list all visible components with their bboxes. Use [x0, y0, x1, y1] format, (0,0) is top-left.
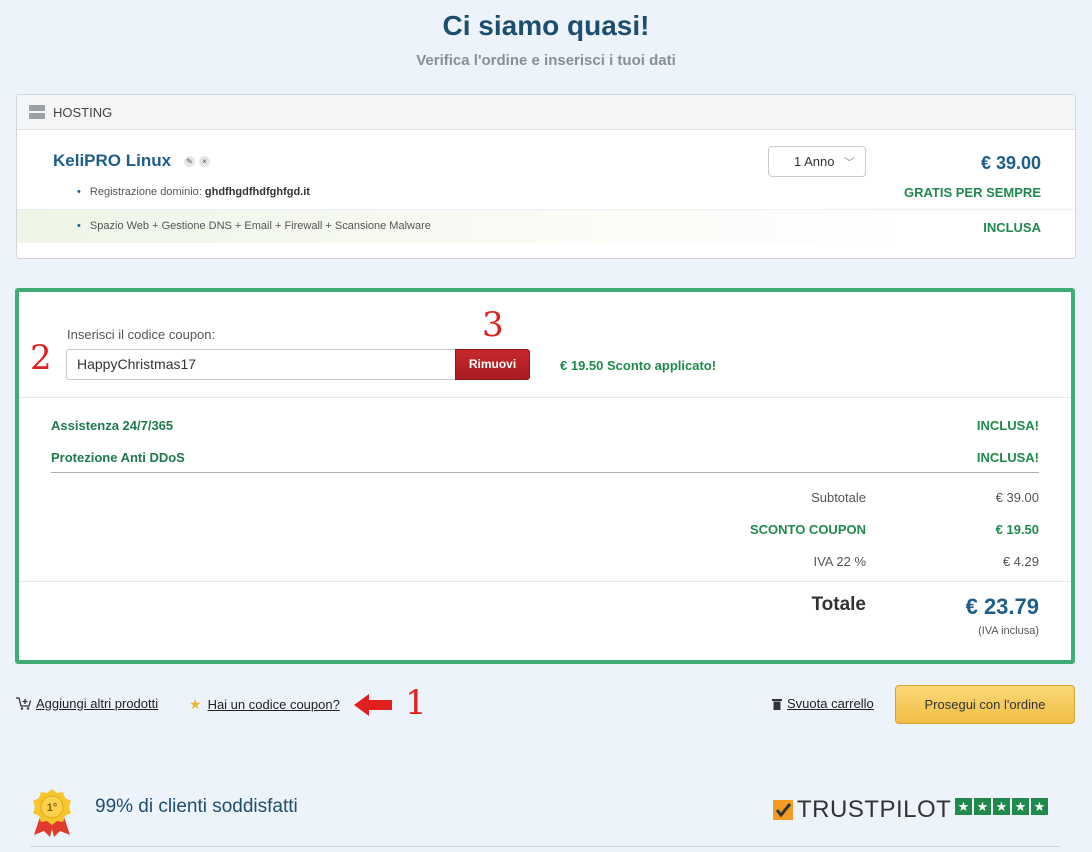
coupon-label: Inserisci il codice coupon: — [67, 327, 216, 342]
total-label: Totale — [811, 594, 866, 615]
trash-icon — [772, 698, 782, 710]
vat-value: € 4.29 — [1002, 554, 1039, 569]
vat-label: IVA 22 % — [813, 554, 866, 569]
empty-cart-label: Svuota carrello — [787, 696, 874, 711]
server-icon — [29, 105, 45, 119]
annotation-number-2: 2 — [30, 338, 52, 378]
have-coupon-label: Hai un codice coupon? — [207, 697, 340, 712]
divider — [51, 472, 1039, 473]
empty-cart-link[interactable]: Svuota carrello — [772, 696, 874, 711]
annotation-arrow-icon — [354, 694, 392, 716]
trustpilot-rating: ★ ★ ★ ★ ★ — [955, 798, 1048, 815]
domain-price: GRATIS PER SEMPRE — [903, 185, 1041, 200]
close-icon[interactable]: × — [199, 156, 210, 167]
period-value: 1 Anno — [794, 154, 835, 169]
service-value: INCLUSA! — [976, 450, 1039, 465]
domain-line: Registrazione dominio: ghdfhgdfhdfghfgd.… — [77, 186, 310, 198]
service-name: Protezione Anti DDoS — [51, 450, 185, 465]
divider — [30, 846, 1060, 847]
period-select[interactable]: 1 Anno ﹀ — [768, 146, 866, 177]
divider — [19, 397, 1071, 398]
award-badge-icon: 1° — [33, 789, 71, 837]
star-icon: ★ — [993, 798, 1010, 815]
hosting-header: HOSTING — [17, 95, 1075, 130]
add-products-link[interactable]: Aggiungi altri prodotti — [16, 696, 158, 711]
subtotal-value: € 39.00 — [995, 490, 1039, 505]
coupon-discount-label: SCONTO COUPON — [749, 522, 866, 537]
have-coupon-link[interactable]: ★ Hai un codice coupon? — [189, 696, 340, 713]
cart-plus-icon — [16, 697, 31, 710]
features-text: Spazio Web + Gestione DNS + Email + Fire… — [89, 220, 431, 232]
order-summary-panel: Inserisci il codice coupon: HappyChristm… — [15, 288, 1075, 664]
trustpilot-logo: TRUSTPILOT — [773, 796, 951, 824]
page-subtitle: Verifica l'ordine e inserisci i tuoi dat… — [416, 52, 676, 69]
hosting-panel: HOSTING KeliPRO Linux ✎ × 1 Anno ﹀ € 39.… — [16, 94, 1076, 259]
continue-order-button[interactable]: Prosegui con l'ordine — [895, 685, 1075, 724]
chevron-down-icon: ﹀ — [844, 157, 855, 169]
domain-name: ghdfhgdfhdfghfgd.it — [204, 186, 310, 198]
total-value: € 23.79 — [965, 594, 1039, 619]
coupon-input[interactable]: HappyChristmas17 — [66, 349, 456, 380]
trustpilot-check-icon — [773, 800, 793, 820]
star-icon: ★ — [1012, 798, 1029, 815]
star-icon: ★ — [955, 798, 972, 815]
service-value: INCLUSA! — [976, 418, 1039, 433]
edit-icon[interactable]: ✎ — [184, 156, 195, 167]
trustpilot-text: TRUSTPILOT — [797, 796, 952, 823]
product-price: € 39.00 — [980, 153, 1041, 173]
satisfaction-text: 99% di clienti soddisfatti — [95, 796, 298, 817]
annotation-number-1: 1 — [405, 683, 427, 723]
star-icon: ★ — [974, 798, 991, 815]
features-price: INCLUSA — [983, 220, 1041, 235]
add-products-label: Aggiungi altri prodotti — [36, 696, 159, 711]
star-icon: ★ — [189, 696, 202, 712]
divider — [19, 581, 1071, 582]
domain-label: Registrazione dominio: — [89, 186, 202, 198]
subtotal-label: Subtotale — [811, 490, 866, 505]
service-name: Assistenza 24/7/365 — [51, 418, 174, 433]
features-line: Spazio Web + Gestione DNS + Email + Fire… — [77, 220, 431, 232]
page-title: Ci siamo quasi! — [442, 10, 650, 41]
annotation-number-3: 3 — [482, 305, 504, 345]
remove-coupon-button[interactable]: Rimuovi — [455, 349, 530, 380]
product-name: KeliPRO Linux — [53, 151, 172, 170]
total-note: (IVA inclusa) — [978, 625, 1039, 637]
hosting-section-label: HOSTING — [53, 104, 113, 120]
discount-applied-message: € 19.50 Sconto applicato! — [560, 358, 717, 373]
star-icon: ★ — [1031, 798, 1048, 815]
coupon-discount-value: € 19.50 — [995, 522, 1039, 537]
badge-text: 1° — [47, 802, 58, 814]
